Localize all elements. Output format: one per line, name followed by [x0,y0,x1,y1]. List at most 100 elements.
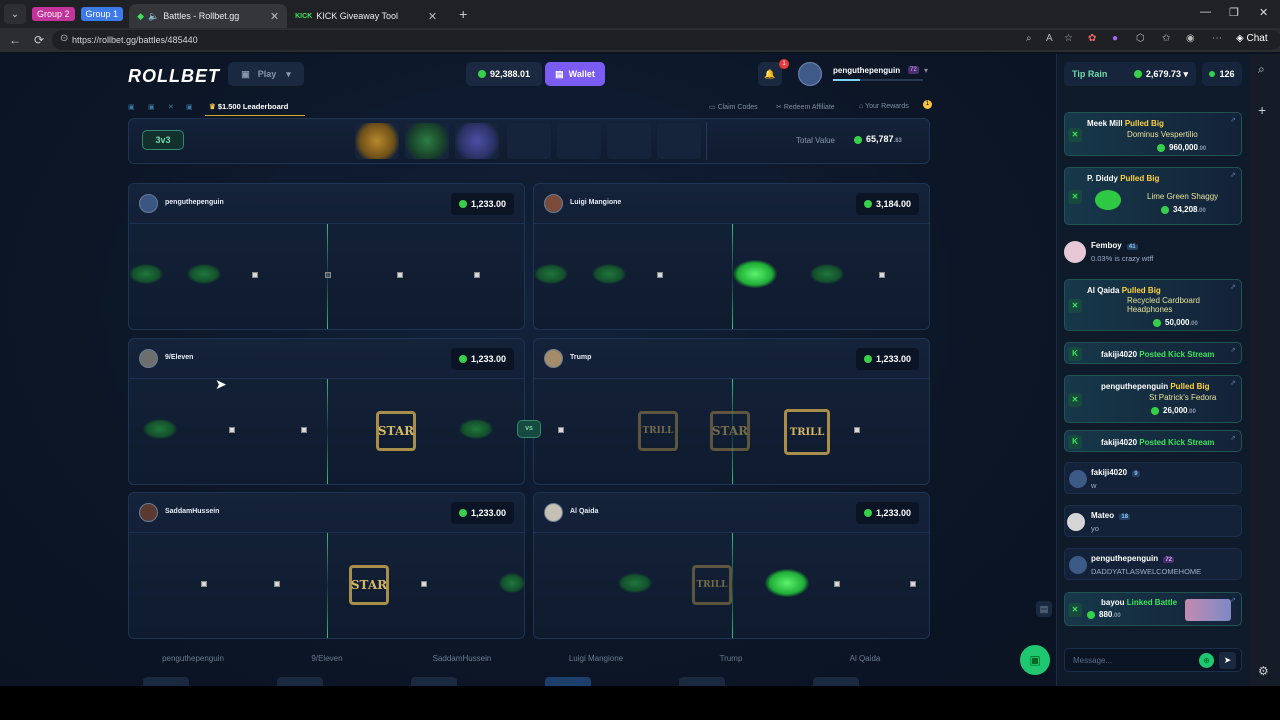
chat-message[interactable]: penguthepenguin 72 DADDYATLASWELCOMEHOME [1064,548,1242,580]
reload-icon[interactable]: ⟳ [30,33,48,47]
chat-user[interactable]: fakiji4020 Posted Kick Stream [1101,350,1214,359]
redeem-affiliate-link[interactable]: ✂ Redeem Affiliate [776,103,835,111]
chat-user[interactable]: Mateo 18 [1091,511,1131,520]
play-dropdown[interactable]: ▣ Play ▾ [228,62,304,86]
chat-user[interactable]: fakiji4020 9 [1091,468,1140,477]
balance-display[interactable]: 92,388.01 [466,62,542,86]
player-name[interactable]: Al Qaida [570,508,598,515]
profile-icon[interactable]: ◉ [1186,33,1195,44]
your-rewards-link[interactable]: ⌂ Your Rewards [859,103,909,110]
search-page-icon[interactable]: ⌕ [1026,33,1032,44]
chat-message-pull[interactable]: ✕ penguthepenguin Pulled Big St Patrick'… [1064,375,1242,423]
extension-icon[interactable]: ● [1112,33,1118,44]
player-name[interactable]: Luigi Mangione [570,199,621,206]
bottom-tab[interactable] [679,677,725,686]
external-link-icon[interactable]: ⇗ [1230,346,1236,354]
close-x-icon[interactable]: ✕ [1068,128,1082,142]
close-x-icon[interactable]: ✕ [1068,603,1082,617]
social-icon[interactable]: ▣ [128,103,135,111]
favorite-icon[interactable]: ☆ [1064,33,1073,44]
new-tab-button[interactable]: + [459,6,467,22]
rollbet-logo[interactable]: ROLLBET [128,66,220,87]
bottom-tab[interactable] [411,677,457,686]
tab-group-1[interactable]: Group 1 [80,7,124,21]
tab-rollbet[interactable]: ◆ 🔈 Battles - Rollbet.gg ✕ [129,4,288,28]
telegram-icon[interactable]: ▣ [186,103,193,111]
player-avatar[interactable] [139,349,158,368]
user-avatar[interactable] [798,62,822,86]
wallet-button[interactable]: ▤ Wallet [545,62,605,86]
bottom-tab[interactable] [143,677,189,686]
extension-icon[interactable]: ✿ [1088,33,1096,44]
player-avatar[interactable] [139,503,158,522]
chat-user[interactable]: bayou Linked Battle [1101,598,1177,607]
player-avatar[interactable] [544,503,563,522]
chat-message-pull[interactable]: ✕ Meek Mill Pulled Big Dominus Vespertil… [1064,112,1242,156]
player-name[interactable]: SaddamHussein [165,508,219,515]
chat-message-pull[interactable]: ✕ P. Diddy Pulled Big Lime Green Shaggy … [1064,167,1242,225]
read-aloud-icon[interactable]: A [1046,33,1053,44]
leaderboard-link[interactable]: ♛ $1.500 Leaderboard [205,98,305,116]
bottom-tab[interactable] [545,677,591,686]
chat-input[interactable]: Message... ⊕ ➤ [1064,648,1242,672]
chat-message[interactable]: Femboy 41 0.03% is crazy wtff [1064,234,1242,270]
chat-message-pull[interactable]: ✕ Al Qaida Pulled Big Recycled Cardboard… [1064,279,1242,331]
chat-avatar[interactable] [1064,241,1086,263]
case-slot-purple[interactable] [455,123,499,159]
close-window-icon[interactable]: ✕ [1259,6,1268,19]
close-x-icon[interactable]: ✕ [1068,190,1082,204]
player-avatar[interactable] [544,349,563,368]
external-link-icon[interactable]: ⇗ [1230,171,1236,179]
user-menu-chevron-icon[interactable]: ▾ [924,66,928,75]
player-avatar[interactable] [544,194,563,213]
tab-group-2[interactable]: Group 2 [32,7,75,21]
player-name[interactable]: Trump [570,354,591,361]
site-info-icon[interactable]: ⊙ [60,33,68,44]
sidebar-settings-icon[interactable]: ⚙ [1258,664,1269,678]
chat-avatar[interactable] [1069,470,1087,488]
player-name[interactable]: 9/Eleven [165,354,193,361]
sidebar-search-icon[interactable]: ⌕ [1258,62,1265,77]
tip-rain-button[interactable]: Tip Rain 2,679.73 ▾ [1064,62,1196,86]
x-icon[interactable]: ✕ [168,103,174,111]
chat-avatar[interactable] [1069,556,1087,574]
chat-message-kick[interactable]: K fakiji4020 Posted Kick Stream ⇗ [1064,342,1242,364]
copilot-icon[interactable]: ◈ Chat [1236,33,1268,44]
globe-icon[interactable]: ⊕ [1199,653,1214,668]
chat-message[interactable]: fakiji4020 9 w [1064,462,1242,494]
send-icon[interactable]: ➤ [1219,652,1236,669]
tab-list-icon[interactable]: ⌄ [4,4,26,24]
chat-user[interactable]: P. Diddy Pulled Big [1087,174,1159,183]
chat-user[interactable]: Al Qaida Pulled Big [1087,286,1161,295]
chat-message-kick[interactable]: K fakiji4020 Posted Kick Stream ⇗ [1064,430,1242,452]
chat-user[interactable]: fakiji4020 Posted Kick Stream [1101,438,1214,447]
external-link-icon[interactable]: ⇗ [1230,116,1236,124]
chat-message[interactable]: Mateo 18 yo [1064,505,1242,537]
chat-toggle-icon[interactable]: ▤ [1036,601,1052,617]
close-x-icon[interactable]: ✕ [1068,393,1082,407]
chat-user[interactable]: penguthepenguin Pulled Big [1101,382,1209,391]
external-link-icon[interactable]: ⇗ [1230,379,1236,387]
favorites-bar-icon[interactable]: ✩ [1162,33,1170,44]
bottom-tab[interactable] [813,677,859,686]
external-link-icon[interactable]: ⇗ [1230,596,1236,604]
chat-user[interactable]: Meek Mill Pulled Big [1087,119,1164,128]
player-name[interactable]: penguthepenguin [165,199,224,206]
sidebar-add-icon[interactable]: + [1258,102,1266,118]
more-icon[interactable]: ⋯ [1212,33,1222,44]
back-icon[interactable]: ← [6,33,24,47]
player-avatar[interactable] [139,194,158,213]
discord-icon[interactable]: ▣ [148,103,155,111]
chat-user[interactable]: Femboy 41 [1091,241,1138,250]
extensions-icon[interactable]: ⬡ [1136,33,1145,44]
case-slot-treasure[interactable] [355,123,399,159]
minimize-icon[interactable]: — [1200,6,1211,18]
chat-avatar[interactable] [1067,513,1085,531]
external-link-icon[interactable]: ⇗ [1230,283,1236,291]
close-x-icon[interactable]: ✕ [1068,299,1082,313]
restore-icon[interactable]: ❐ [1229,6,1239,19]
case-slot-green[interactable] [405,123,449,159]
support-chat-icon[interactable]: ▣ [1020,645,1050,675]
chat-user[interactable]: penguthepenguin 72 [1091,554,1175,563]
external-link-icon[interactable]: ⇗ [1230,434,1236,442]
